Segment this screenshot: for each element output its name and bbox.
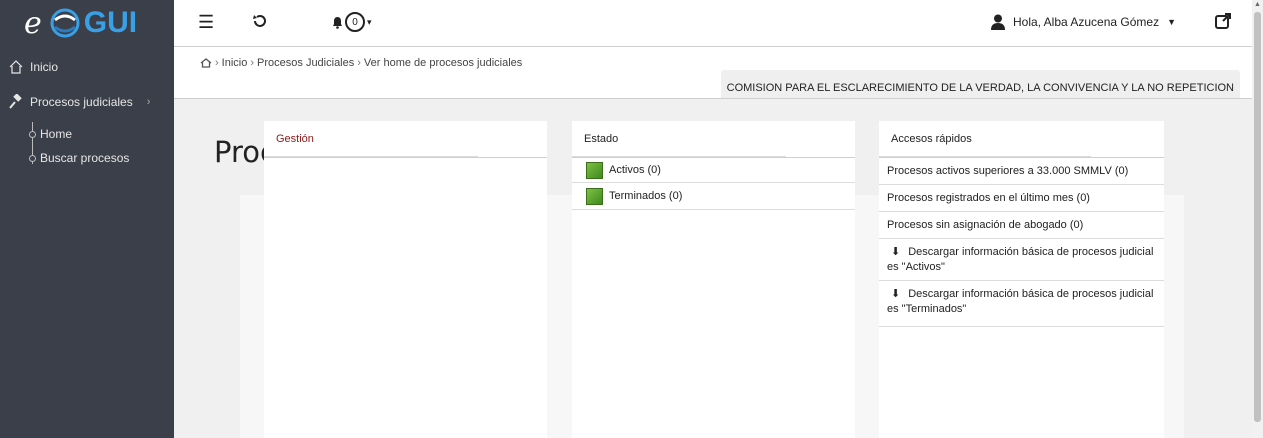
breadcrumb-separator: › bbox=[250, 57, 255, 69]
breadcrumb: › Inicio › Procesos Judiciales › Ver hom… bbox=[200, 57, 522, 69]
chevron-down-icon: ▾ bbox=[367, 16, 372, 27]
user-menu[interactable]: Hola, Alba Azucena Gómez ▼ bbox=[990, 14, 1176, 30]
sidebar-item-inicio[interactable]: Inicio bbox=[8, 59, 58, 75]
scrollbar-thumb[interactable] bbox=[1254, 12, 1261, 422]
sidebar-item-procesos-judiciales[interactable]: Procesos judiciales › bbox=[8, 94, 150, 110]
gestion-column: Gestión bbox=[264, 121, 547, 438]
quick-link-label: Procesos activos superiores a 33.000 SMM… bbox=[887, 165, 1129, 177]
tree-node-icon bbox=[29, 131, 36, 138]
organization-tab: COMISION PARA EL ESCLARECIMIENTO DE LA V… bbox=[720, 70, 1240, 98]
top-bar: ☰ 0 ▾ Hola, Alba Azucena Gómez ▼ bbox=[174, 0, 1252, 47]
chevron-right-icon: › bbox=[146, 96, 151, 108]
scroll-up-icon[interactable]: ▲ bbox=[1254, 1, 1261, 8]
quick-link-label: Procesos registrados en el último mes (0… bbox=[887, 192, 1090, 204]
breadcrumb-item: Ver home de procesos judiciales bbox=[363, 57, 523, 69]
accesos-column: Accesos rápidos Procesos activos superio… bbox=[879, 121, 1164, 438]
sidebar-item-label: Inicio bbox=[30, 60, 59, 74]
user-icon bbox=[990, 14, 1005, 30]
gestion-title: Gestión bbox=[264, 121, 478, 157]
download-activos-link[interactable]: ⬇ Descargar información básica de proceso… bbox=[879, 239, 1164, 281]
gavel-icon bbox=[9, 94, 22, 109]
status-label: Activos (0) bbox=[609, 164, 661, 176]
status-label: Terminados (0) bbox=[609, 190, 683, 202]
notifications-button[interactable]: 0 ▾ bbox=[332, 12, 372, 32]
download-item: ⬇ Descargar información básica de proceso… bbox=[887, 287, 1156, 317]
notification-count-badge: 0 bbox=[345, 12, 365, 32]
caret-down-icon: ▼ bbox=[1167, 17, 1176, 27]
logo-e: e bbox=[24, 5, 42, 41]
estado-list: Activos (0) Terminados (0) bbox=[572, 157, 855, 339]
breadcrumb-item[interactable]: Inicio bbox=[222, 57, 248, 69]
status-square-icon bbox=[586, 161, 603, 179]
bell-icon bbox=[333, 16, 342, 29]
quick-link-activos-smmlv[interactable]: Procesos activos superiores a 33.000 SMM… bbox=[879, 158, 1164, 185]
estado-column: Estado Activos (0) Terminados (0) bbox=[572, 121, 855, 438]
logo-swirl-icon bbox=[50, 8, 80, 38]
download-icon: ⬇ bbox=[891, 288, 901, 300]
sidebar-subitem-buscar-procesos[interactable]: Buscar procesos bbox=[40, 151, 129, 165]
scrollbar[interactable]: ▲ bbox=[1252, 0, 1263, 438]
home-icon bbox=[9, 60, 23, 74]
status-row-activos[interactable]: Activos (0) bbox=[572, 158, 855, 183]
sidebar-subitem-home[interactable]: Home bbox=[40, 127, 72, 141]
logo-gui: GUI bbox=[83, 6, 138, 39]
accesos-list: Procesos activos superiores a 33.000 SMM… bbox=[879, 157, 1164, 339]
download-item: ⬇ Descargar información básica de proceso… bbox=[887, 245, 1156, 275]
sidebar-item-label: Procesos judiciales bbox=[30, 95, 133, 109]
organization-band: COMISION PARA EL ESCLARECIMIENTO DE LA V… bbox=[174, 70, 1252, 99]
quick-link-label: Procesos sin asignación de abogado (0) bbox=[887, 219, 1084, 231]
sidebar: e GUI Inicio Procesos judiciales › Home … bbox=[0, 0, 174, 438]
estado-title: Estado bbox=[572, 121, 786, 157]
user-greeting: Hola, Alba Azucena Gómez bbox=[1012, 15, 1160, 29]
status-row-terminados[interactable]: Terminados (0) bbox=[572, 183, 855, 210]
breadcrumb-separator: › bbox=[357, 57, 361, 69]
quick-link-sin-abogado[interactable]: Procesos sin asignación de abogado (0) bbox=[879, 212, 1164, 239]
history-icon[interactable] bbox=[252, 13, 268, 29]
breadcrumb-item[interactable]: Procesos Judiciales bbox=[257, 57, 354, 69]
download-icon: ⬇ bbox=[891, 246, 901, 258]
quick-link-ultimo-mes[interactable]: Procesos registrados en el último mes (0… bbox=[879, 185, 1164, 212]
download-label: Descargar información básica de procesos… bbox=[887, 288, 1154, 315]
status-square-icon bbox=[586, 187, 603, 205]
hamburger-menu-icon[interactable]: ☰ bbox=[198, 12, 214, 33]
download-label: Descargar información básica de procesos… bbox=[887, 246, 1154, 273]
external-link-icon[interactable] bbox=[1214, 12, 1232, 30]
accesos-title: Accesos rápidos bbox=[879, 121, 1091, 157]
brand-logo[interactable]: e GUI bbox=[0, 0, 174, 46]
gestion-body bbox=[264, 157, 547, 339]
tree-node-icon bbox=[29, 155, 36, 162]
breadcrumb-separator: › bbox=[215, 57, 219, 69]
download-terminados-link[interactable]: ⬇ Descargar información básica de proceso… bbox=[879, 281, 1164, 327]
home-icon[interactable] bbox=[200, 58, 212, 68]
